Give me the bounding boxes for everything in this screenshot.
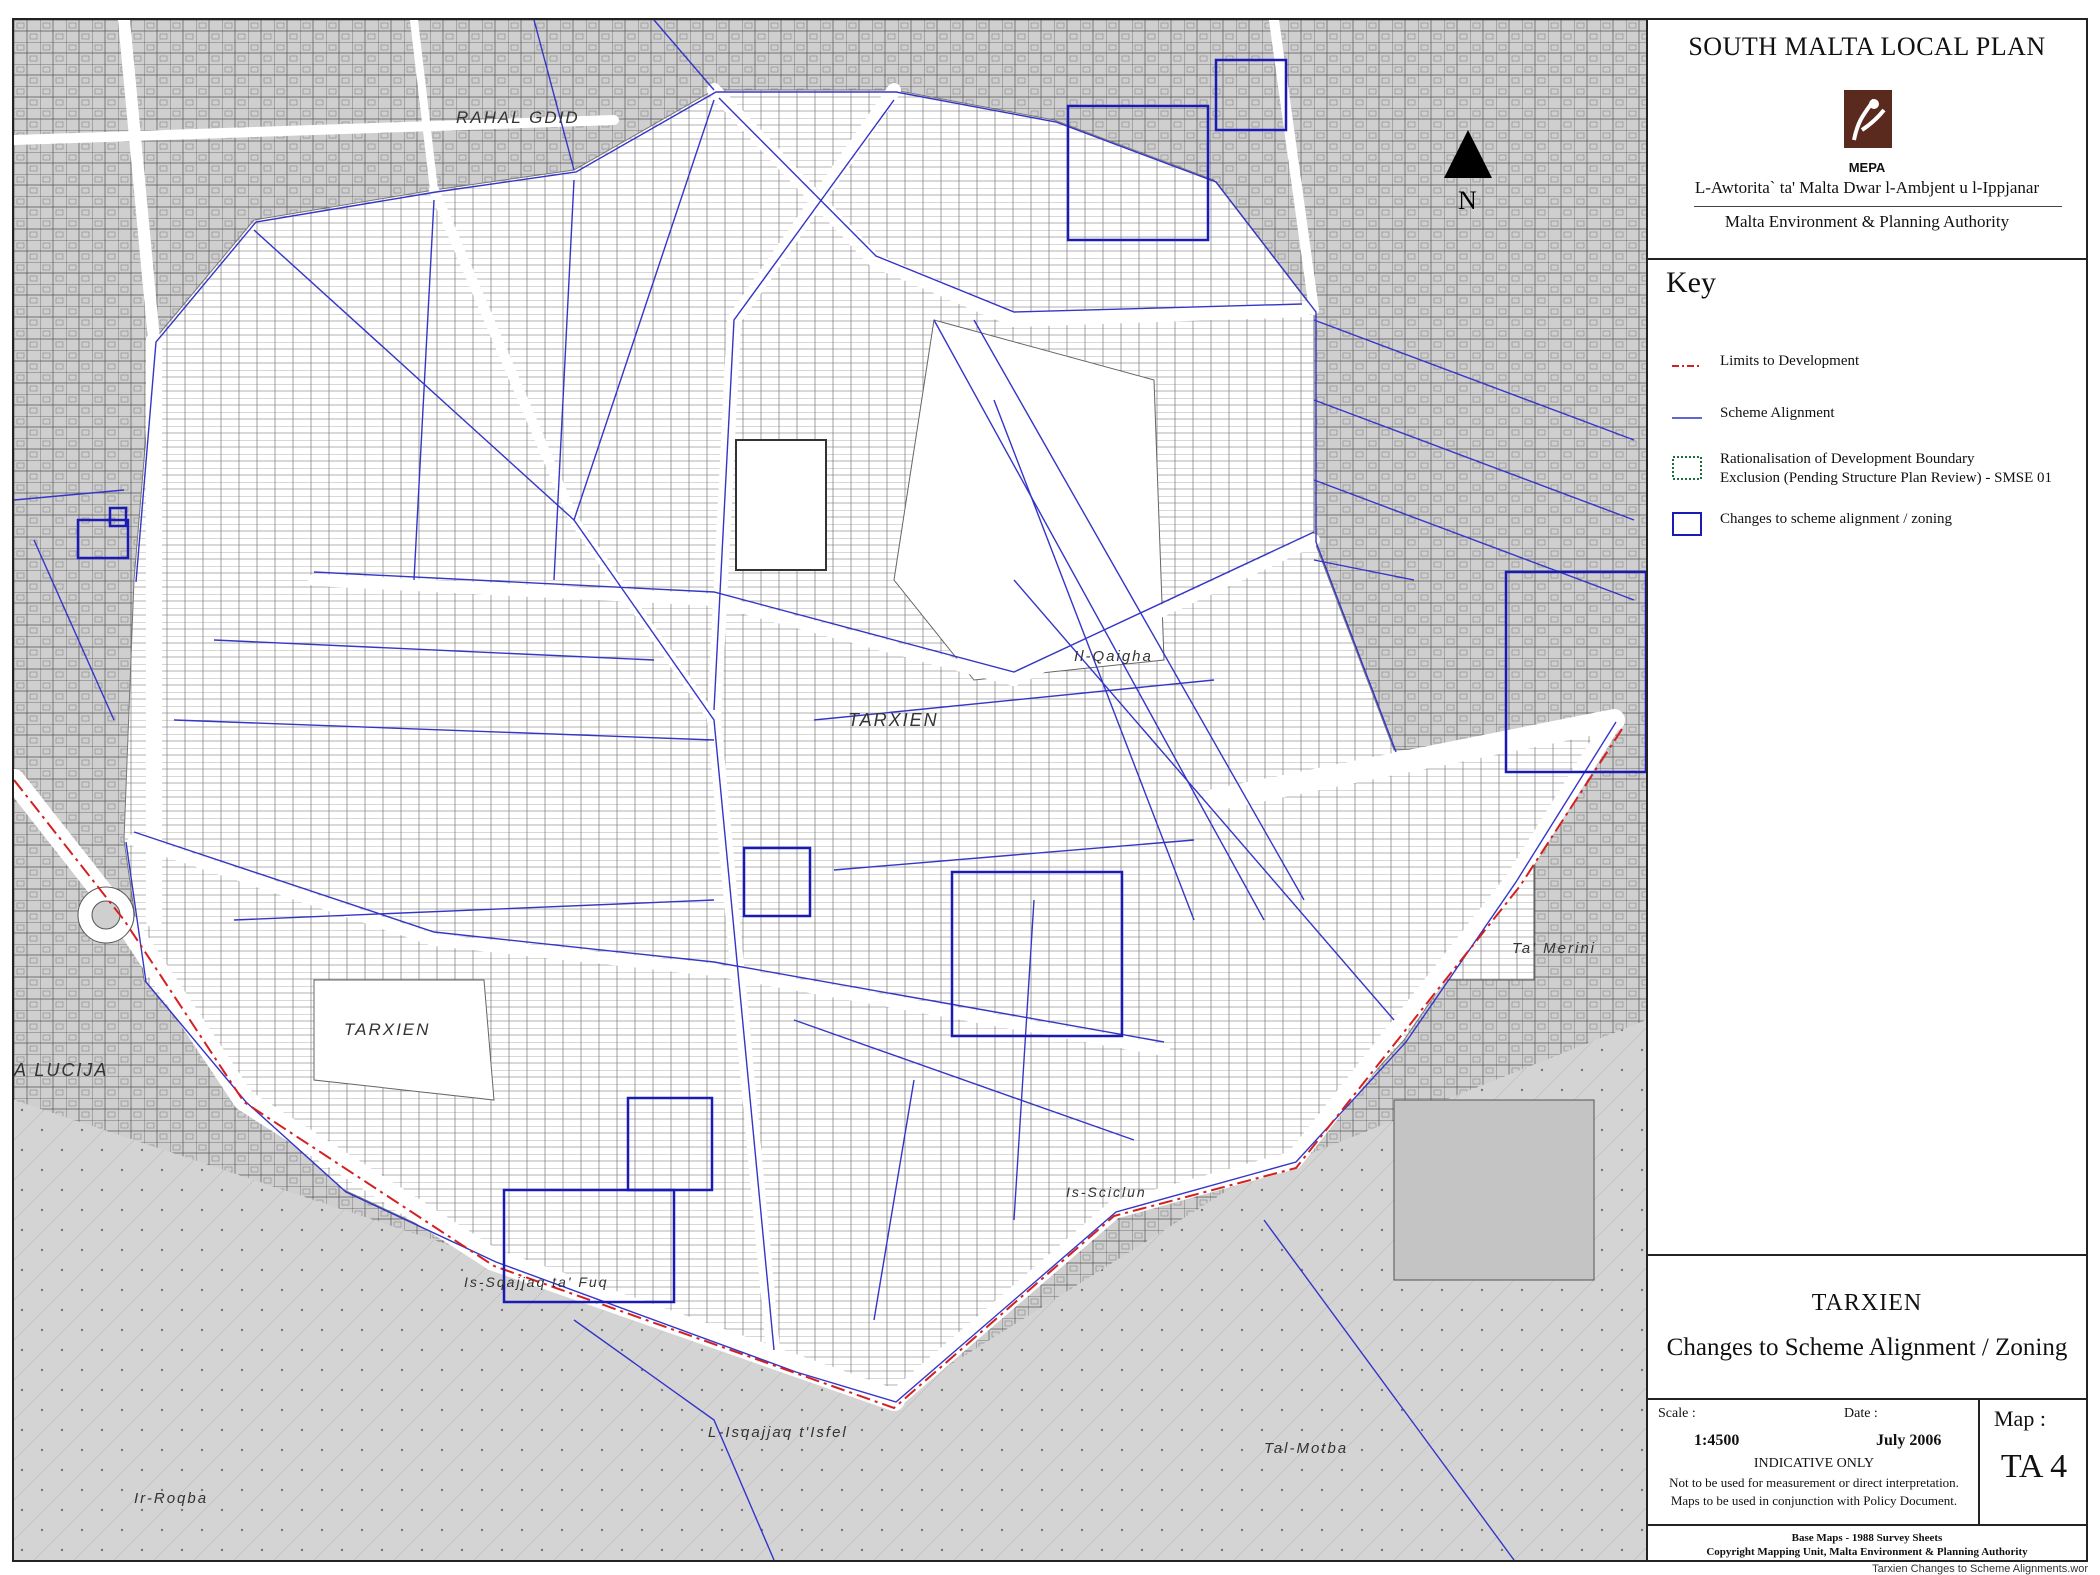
scale-value: 1:4500 [1694,1432,1740,1449]
authority-divider [1694,206,2062,207]
panel-divider-title [1648,1254,2086,1256]
key-label-rationalisation-line1: Rationalisation of Development Boundary [1720,451,1975,467]
key-item-rationalisation: Rationalisation of Development Boundary … [1664,448,2084,496]
logo-text: MEPA [1848,160,1886,175]
key-label-changes: Changes to scheme alignment / zoning [1720,511,1953,527]
north-label: N [1458,186,1479,215]
map-number: TA 4 [2000,1448,2068,1485]
legend-panel: SOUTH MALTA LOCAL PLAN MEPA L-Awtorita` … [1648,20,2086,1560]
plan-title: SOUTH MALTA LOCAL PLAN [1688,32,2046,61]
place-label-tarxien-west: TARXIEN [344,1020,431,1039]
red-dash-dot-line-icon [1672,365,1702,367]
place-label-ta-merini: Ta' Merini [1512,940,1596,957]
place-label-il-qaigha: Il-Qaigha [1074,648,1153,665]
green-dotted-box-icon [1672,456,1702,480]
place-label-isqajjaq-fuq: Is-Sqajjaq ta' Fuq [464,1274,609,1290]
place-label-is-sciclun: Is-Sciclun [1066,1184,1147,1200]
key-item-changes: Changes to scheme alignment / zoning [1664,504,2084,544]
indicative-notice: INDICATIVE ONLY [1753,1456,1875,1471]
scale-label: Scale : [1658,1406,1696,1421]
place-label-santa-lucija: A LUCIJA [14,1060,109,1080]
date-value: July 2006 [1876,1432,1942,1449]
key-title: Key [1666,266,1716,299]
base-maps-note: Base Maps - 1988 Survey Sheets [1791,1532,1943,1544]
panel-divider-top [1648,258,2086,260]
disclaimer-line-2: Maps to be used in conjunction with Poli… [1670,1493,1958,1508]
key-item-scheme-alignment: Scheme Alignment [1664,398,2084,438]
map-canvas [14,20,1646,1560]
open-space-south [313,979,495,1101]
key-item-limits: Limits to Development [1664,346,2084,386]
sports-ground [735,439,827,571]
panel-divider-bottom [1648,1524,2086,1526]
key-label-rationalisation-line2: Exclusion (Pending Structure Plan Review… [1720,470,2053,486]
copyright-note: Copyright Mapping Unit, Malta Environmen… [1706,1546,2028,1558]
map-subtitle: Changes to Scheme Alignment / Zoning [1666,1334,2068,1361]
blue-box-icon [1672,512,1702,536]
authority-name-maltese: L-Awtorita` ta' Malta Dwar l-Ambjent u l… [1694,178,2040,197]
key-label-rationalisation: Rationalisation of Development Boundary … [1720,450,2080,488]
place-label-tarxien-centre: TARXIEN [848,710,939,730]
place-label-tal-motba: Tal-Motba [1264,1440,1349,1457]
authority-name-english: Malta Environment & Planning Authority [1724,212,2010,231]
place-label-rahal-gdid: RAHAL GDID [456,108,580,127]
disclaimer-line-1: Not to be used for measurement or direct… [1669,1475,1959,1490]
file-name: Tarxien Changes to Scheme Alignments.wor [1872,1563,2088,1575]
key-label-limits: Limits to Development [1720,353,1860,369]
map-number-label: Map : [1994,1406,2046,1431]
scale-date-box: Scale : Date : 1:4500 July 2006 INDICATI… [1648,1398,1980,1524]
key-label-scheme-alignment: Scheme Alignment [1720,405,1835,421]
date-label: Date : [1844,1406,1878,1421]
blue-line-icon [1672,417,1702,419]
map-name: TARXIEN [1811,1290,1923,1316]
map-area[interactable]: RAHAL GDID TARXIEN TARXIEN Il-Qaigha Ta'… [14,20,1648,1560]
industrial-block [1393,1099,1595,1281]
mepa-logo-icon [1844,90,1892,148]
place-label-isqajjaq-isfel: L-Isqajjaq t'Isfel [708,1424,848,1441]
place-label-ir-roqba: Ir-Roqba [134,1490,209,1507]
map-sheet: RAHAL GDID TARXIEN TARXIEN Il-Qaigha Ta'… [12,18,2088,1562]
